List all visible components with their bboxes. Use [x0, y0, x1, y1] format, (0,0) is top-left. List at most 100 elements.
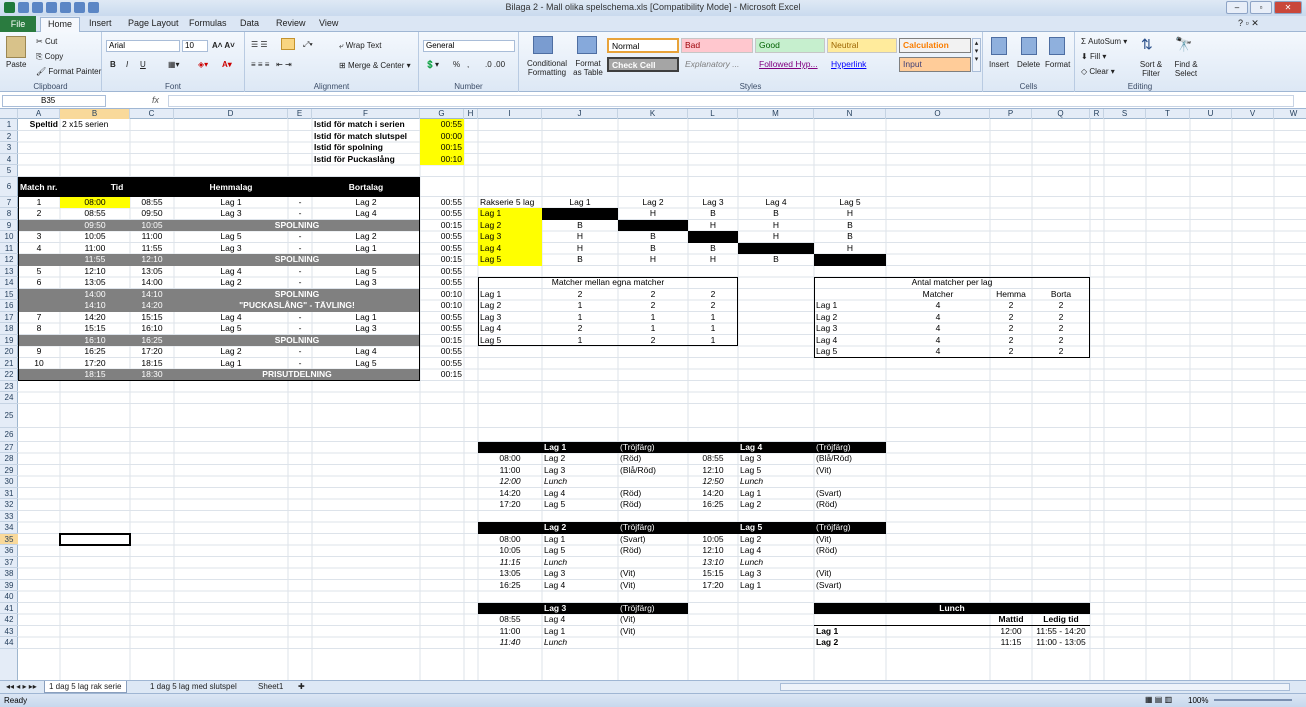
number-format-select[interactable]: General: [423, 40, 515, 52]
column-header-D[interactable]: D: [174, 109, 288, 119]
matrix-cell[interactable]: H: [618, 208, 688, 220]
matrix-diagonal[interactable]: [688, 231, 738, 243]
matrix-row-team[interactable]: Lag 2: [478, 219, 542, 231]
row-header-38[interactable]: 38: [0, 568, 18, 580]
align-bottom-icon[interactable]: [281, 38, 295, 50]
team-card-opponent[interactable]: Lag 4: [542, 488, 618, 500]
conditional-formatting-icon[interactable]: [533, 36, 553, 54]
team-card-time[interactable]: 11:15: [478, 557, 542, 569]
sort-filter-button[interactable]: Sort & Filter: [1135, 60, 1167, 78]
row-header-30[interactable]: 30: [0, 476, 18, 488]
align-top-icon[interactable]: ☰ ☰: [251, 40, 268, 49]
team-card-time[interactable]: 12:00: [478, 476, 542, 488]
merge-center-button[interactable]: ⊞ Merge & Center ▾: [339, 61, 411, 70]
team-card-sub[interactable]: (Tröjfärg): [814, 522, 886, 534]
team-card-opponent[interactable]: Lag 2: [738, 499, 814, 511]
team-card-opponent[interactable]: Lag 4: [738, 545, 814, 557]
style-hyperlink[interactable]: Hyperlink: [827, 57, 897, 72]
team-card-color[interactable]: (Vit): [618, 626, 688, 638]
style-check-cell[interactable]: Check Cell: [607, 57, 679, 72]
istid-label[interactable]: Istid för spolning: [312, 142, 420, 154]
team-card-time[interactable]: 11:40: [478, 637, 542, 649]
row-header-19[interactable]: 19: [0, 335, 18, 346]
lunch-mattid[interactable]: 11:15: [990, 637, 1032, 649]
column-header-J[interactable]: J: [542, 109, 618, 119]
insert-button[interactable]: Insert: [989, 60, 1009, 69]
team-card-time[interactable]: 17:20: [688, 580, 738, 592]
istid-row[interactable]: 00:55: [420, 197, 464, 209]
row-header-22[interactable]: 22: [0, 369, 18, 381]
row-header-27[interactable]: 27: [0, 442, 18, 453]
font-family-select[interactable]: Arial: [106, 40, 180, 52]
lunch-ledig[interactable]: 11:55 - 14:20: [1032, 626, 1090, 638]
column-header-H[interactable]: H: [464, 109, 478, 119]
team-card-time[interactable]: 16:25: [688, 499, 738, 511]
team-card-time[interactable]: 08:55: [688, 453, 738, 465]
style-explanatory[interactable]: Explanatory ...: [681, 57, 753, 72]
team-card-title[interactable]: Lag 5: [738, 522, 814, 534]
matrix-diagonal[interactable]: [542, 208, 618, 220]
column-header-B[interactable]: B: [60, 109, 130, 119]
matrix-cell[interactable]: B: [618, 243, 688, 255]
wrap-text-button[interactable]: ⤶ Wrap Text: [339, 41, 381, 51]
team-card-color[interactable]: (Vit): [618, 580, 688, 592]
row-header-14[interactable]: 14: [0, 277, 18, 289]
row-header-31[interactable]: 31: [0, 488, 18, 499]
italic-button[interactable]: I: [126, 60, 128, 69]
row-header-39[interactable]: 39: [0, 580, 18, 591]
row-header-11[interactable]: 11: [0, 243, 18, 254]
worksheet-grid[interactable]: ABCDEFGHIJKLMNOPQRSTUVW 1 2 3 4 5 6 7 8 9 10 11 12 1…: [0, 109, 1306, 680]
orientation-icon[interactable]: ⤢▾: [303, 40, 313, 50]
style-good[interactable]: Good: [755, 38, 825, 53]
tab-file[interactable]: File: [0, 16, 36, 32]
row-header-13[interactable]: 13: [0, 266, 18, 277]
row-header-44[interactable]: 44: [0, 637, 18, 649]
team-card-time[interactable]: 10:05: [478, 545, 542, 557]
team-card-sub[interactable]: (Tröjfärg): [618, 442, 688, 454]
name-box[interactable]: B35: [2, 95, 106, 107]
team-card-sub[interactable]: (Tröjfärg): [618, 603, 688, 615]
team-card-time[interactable]: 12:10: [688, 465, 738, 477]
row-header-5[interactable]: 5: [0, 165, 18, 177]
team-card-color[interactable]: [814, 476, 886, 488]
team-card-opponent[interactable]: Lag 3: [738, 568, 814, 580]
istid-row[interactable]: 00:55: [420, 358, 464, 370]
percent-button[interactable]: %: [453, 60, 460, 69]
team-card-color[interactable]: (Röd): [618, 499, 688, 511]
column-header-V[interactable]: V: [1232, 109, 1274, 119]
find-select-icon[interactable]: 🔭: [1175, 36, 1192, 53]
align-left-icon[interactable]: ≡ ≡ ≡ ⇤ ⇥: [251, 60, 292, 69]
team-card-time[interactable]: 08:55: [478, 614, 542, 626]
zoom-slider[interactable]: [1214, 699, 1292, 701]
team-card-opponent[interactable]: Lunch: [542, 637, 618, 649]
matrix-cell[interactable]: B: [688, 243, 738, 255]
lunch-mattid[interactable]: 12:00: [990, 626, 1032, 638]
matrix-col-team[interactable]: Lag 3: [688, 197, 738, 209]
istid-row[interactable]: 00:55: [420, 243, 464, 255]
format-painter-button[interactable]: 🖌 Format Painter: [36, 67, 101, 76]
horizontal-scrollbar[interactable]: [780, 683, 1290, 691]
istid-row[interactable]: 00:55: [420, 312, 464, 324]
row-header-33[interactable]: 33: [0, 511, 18, 522]
format-button[interactable]: Format: [1045, 60, 1070, 69]
paste-button[interactable]: Paste: [6, 60, 26, 69]
istid-row[interactable]: 00:10: [420, 289, 464, 301]
matrix-col-team[interactable]: Lag 1: [542, 197, 618, 209]
team-card-color[interactable]: [814, 557, 886, 569]
row-header-10[interactable]: 10: [0, 231, 18, 243]
matrix-cell[interactable]: H: [688, 254, 738, 266]
istid-row[interactable]: 00:55: [420, 231, 464, 243]
team-card-color[interactable]: (Blå/Röd): [814, 453, 886, 465]
minimize-icon[interactable]: –: [1226, 1, 1248, 14]
matrix-cell[interactable]: H: [542, 243, 618, 255]
column-header-F[interactable]: F: [312, 109, 420, 119]
row-header-29[interactable]: 29: [0, 465, 18, 476]
matrix-cell[interactable]: H: [618, 254, 688, 266]
team-card-title[interactable]: Lag 1: [542, 442, 618, 454]
row-header-23[interactable]: 23: [0, 381, 18, 392]
team-card-sub[interactable]: (Tröjfärg): [814, 442, 886, 454]
tab-review[interactable]: Review: [276, 18, 306, 28]
tab-view[interactable]: View: [319, 18, 338, 28]
tab-home[interactable]: Home: [40, 17, 80, 33]
team-card-title[interactable]: Lag 4: [738, 442, 814, 454]
